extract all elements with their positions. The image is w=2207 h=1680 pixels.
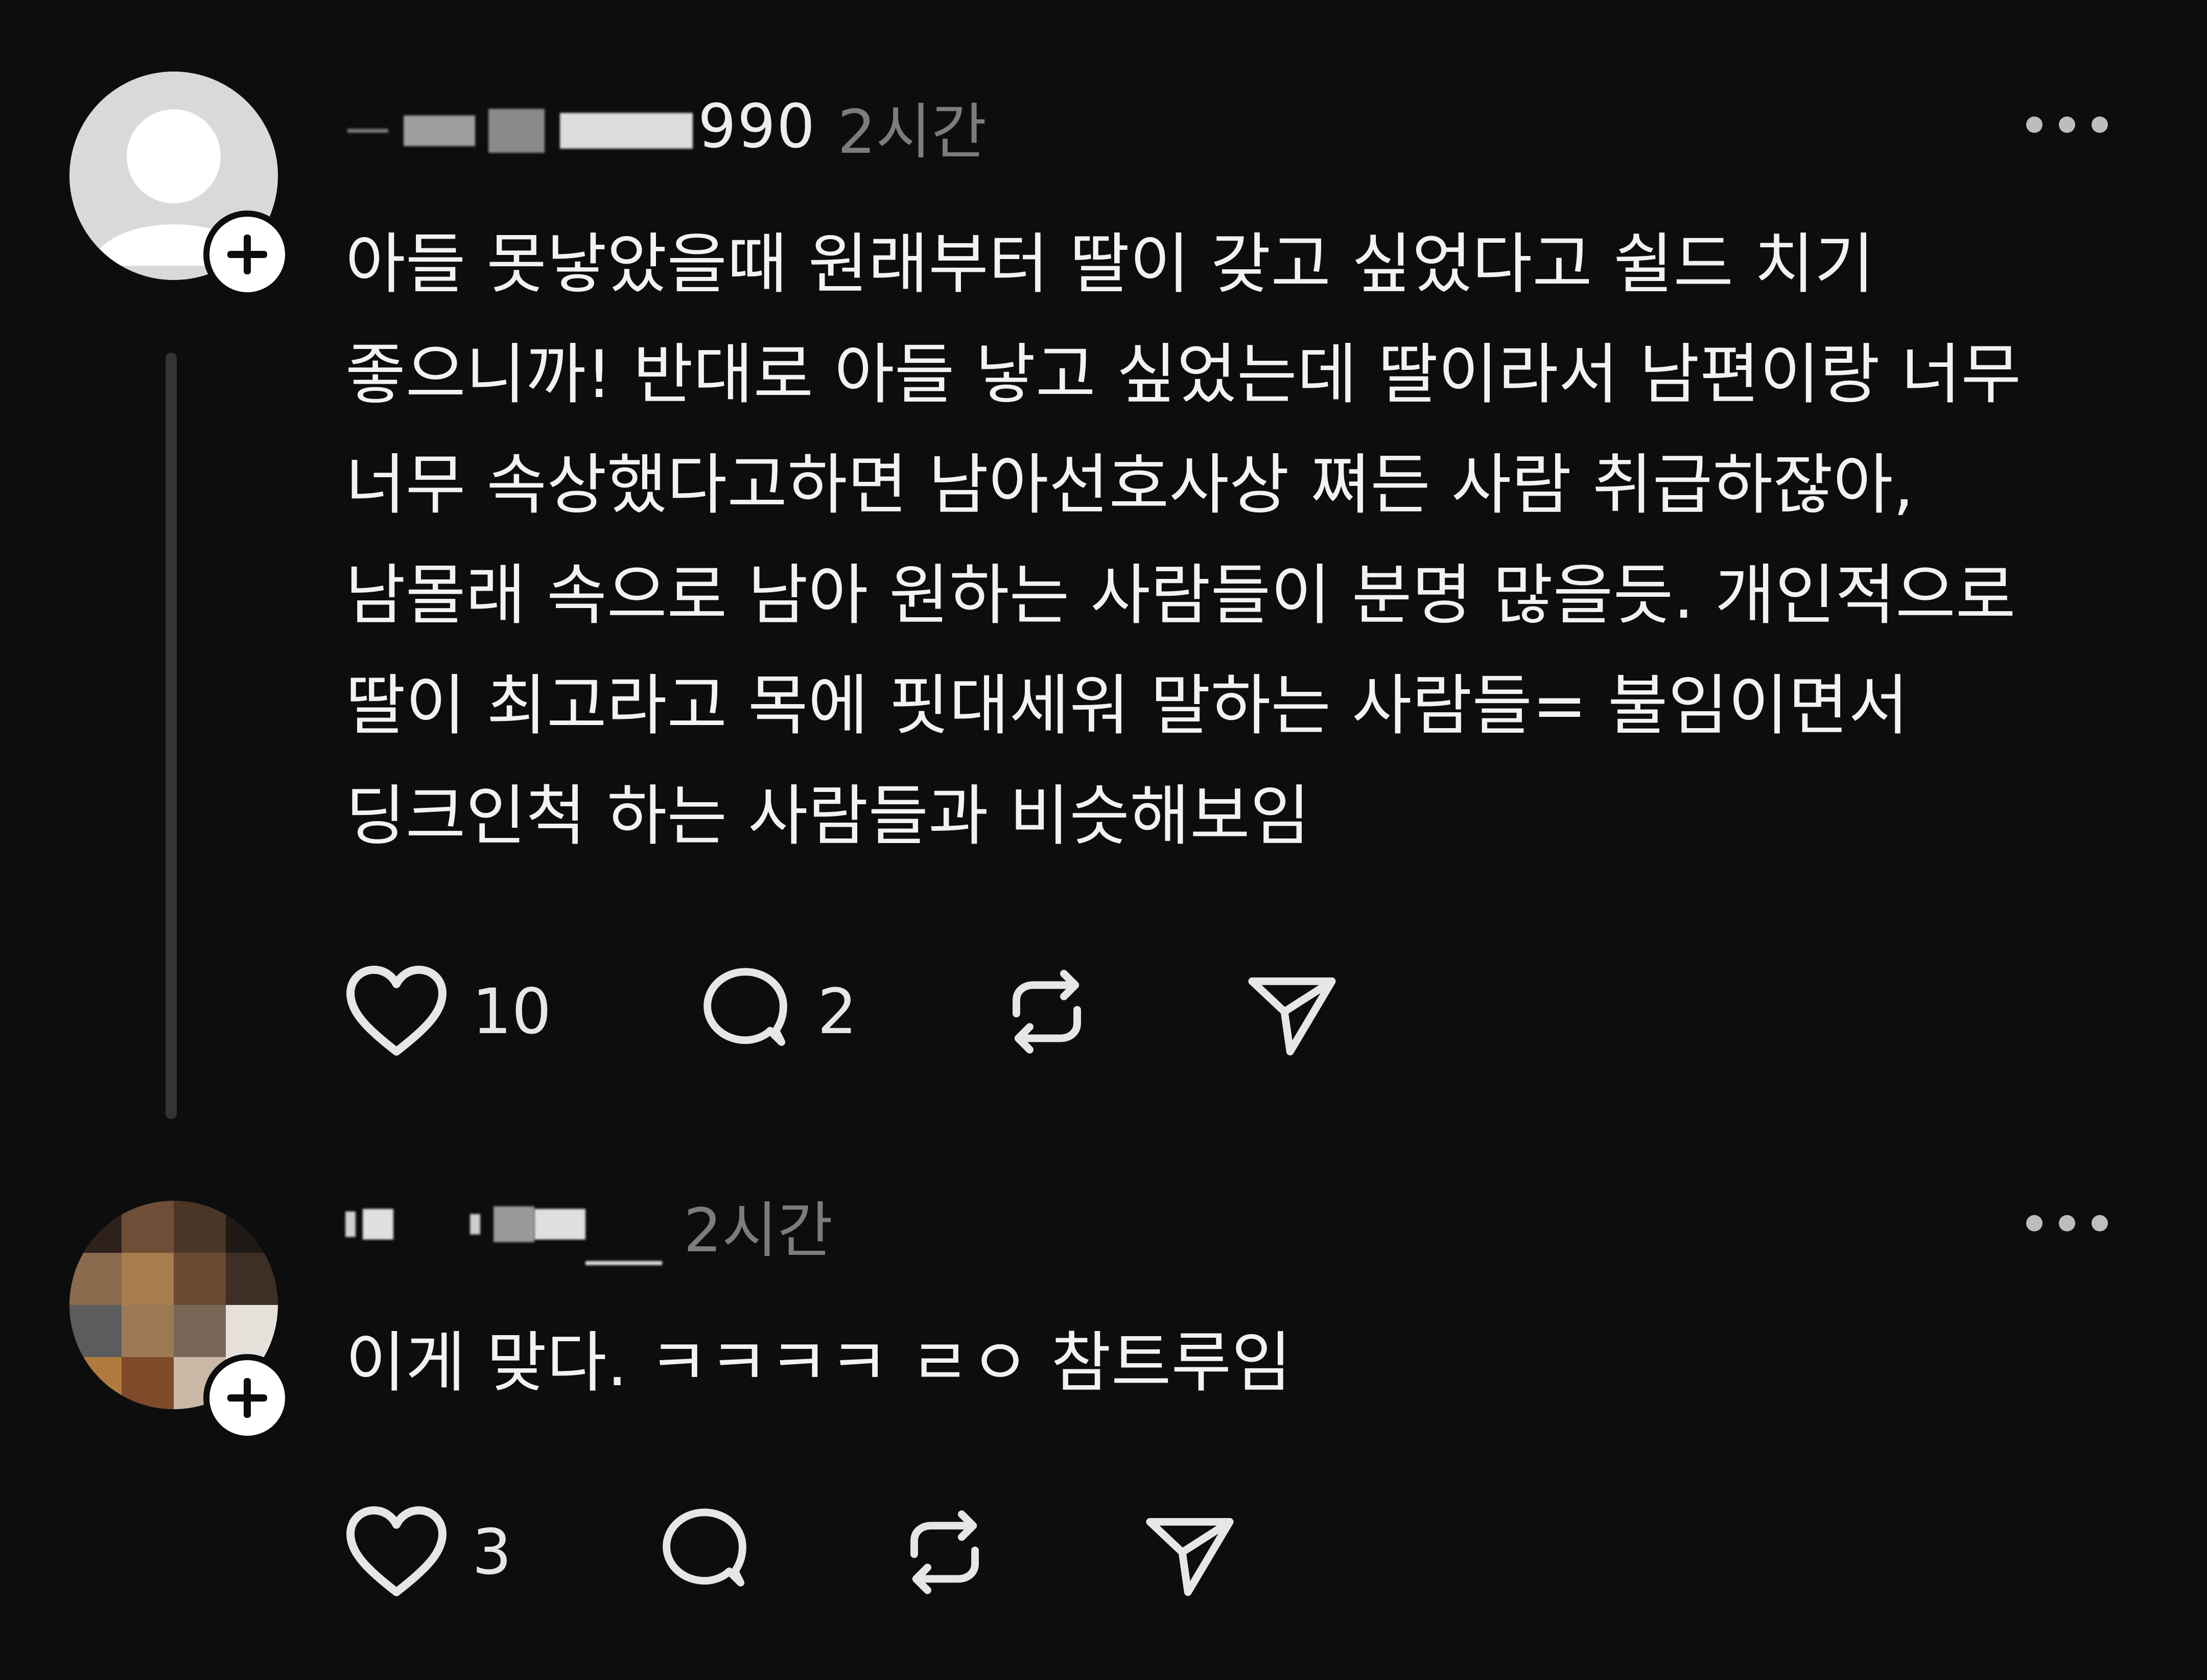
like-button[interactable]: 10 [345, 961, 551, 1063]
text-line: 아들 못낳았을때 원래부터 딸이 갖고 싶었다고 쉴드 치기 [345, 226, 1875, 302]
plus-icon [227, 1378, 267, 1418]
share-button[interactable] [1245, 961, 1340, 1063]
text-line: 너무 속상했다고하면 남아선호사상 쪄든 사람 취급하잖아, [345, 447, 1914, 523]
reply-button[interactable]: 2 [698, 961, 857, 1063]
username[interactable]: 990 [347, 91, 816, 161]
share-button[interactable] [1142, 1501, 1237, 1603]
timestamp: 2시간 [684, 1195, 833, 1266]
text-line: 남몰래 속으로 남아 원하는 사람들이 분명 많을듯. 개인적으로 [345, 557, 2016, 634]
more-options-button[interactable] [2026, 1215, 2108, 1231]
text-line: 딩크인척 하는 사람들과 비슷해보임 [345, 778, 1310, 854]
comment-icon [703, 968, 787, 1046]
repost-icon [910, 1510, 979, 1594]
action-bar: 10 2 [345, 961, 1336, 1063]
comment-header: 990 2시간 [347, 88, 987, 167]
repost-button[interactable] [999, 961, 1094, 1063]
heart-icon [346, 966, 447, 1056]
send-icon [1248, 977, 1336, 1056]
more-dots-icon [2026, 1215, 2042, 1231]
like-count: 10 [472, 975, 552, 1048]
repost-button[interactable] [897, 1501, 992, 1603]
text-line: 좋으니까! 반대로 아들 낳고 싶었는데 딸이라서 남편이랑 너무 [345, 337, 2022, 413]
text-line: 딸이 최고라고 목에 핏대세워 말하는 사람들= 불임이면서 [345, 668, 1909, 744]
reply-button[interactable] [657, 1501, 752, 1603]
timestamp: 2시간 [837, 96, 987, 167]
comment-text: 이게 맞다. ㅋㅋㅋㅋ ㄹㅇ 참트루임 [345, 1308, 1292, 1418]
follow-button[interactable] [203, 1354, 291, 1442]
more-options-button[interactable] [2026, 116, 2108, 133]
comment-text: 아들 못낳았을때 원래부터 딸이 갖고 싶었다고 쉴드 치기 좋으니까! 반대로… [345, 209, 2021, 872]
comment: 2시간 이게 맞다. ㅋㅋㅋㅋ ㄹㅇ 참트루임 3 [0, 1150, 2207, 1680]
like-button[interactable]: 3 [345, 1501, 512, 1603]
plus-icon [227, 235, 267, 274]
reply-count: 2 [817, 975, 857, 1048]
action-bar: 3 [345, 1501, 1234, 1603]
repost-icon [1013, 970, 1081, 1054]
thread-line [166, 353, 177, 1119]
comment-header: 2시간 [345, 1184, 833, 1266]
text-line: 이게 맞다. ㅋㅋㅋㅋ ㄹㅇ 참트루임 [345, 1325, 1292, 1401]
comment-icon [663, 1508, 746, 1586]
follow-button[interactable] [203, 211, 291, 298]
more-dots-icon [2026, 116, 2042, 133]
username[interactable] [345, 1184, 662, 1265]
comment: 990 2시간 아들 못낳았을때 원래부터 딸이 갖고 싶었다고 쉴드 치기 좋… [0, 0, 2207, 1124]
send-icon [1146, 1518, 1234, 1596]
like-count: 3 [472, 1516, 512, 1589]
heart-icon [346, 1506, 447, 1596]
